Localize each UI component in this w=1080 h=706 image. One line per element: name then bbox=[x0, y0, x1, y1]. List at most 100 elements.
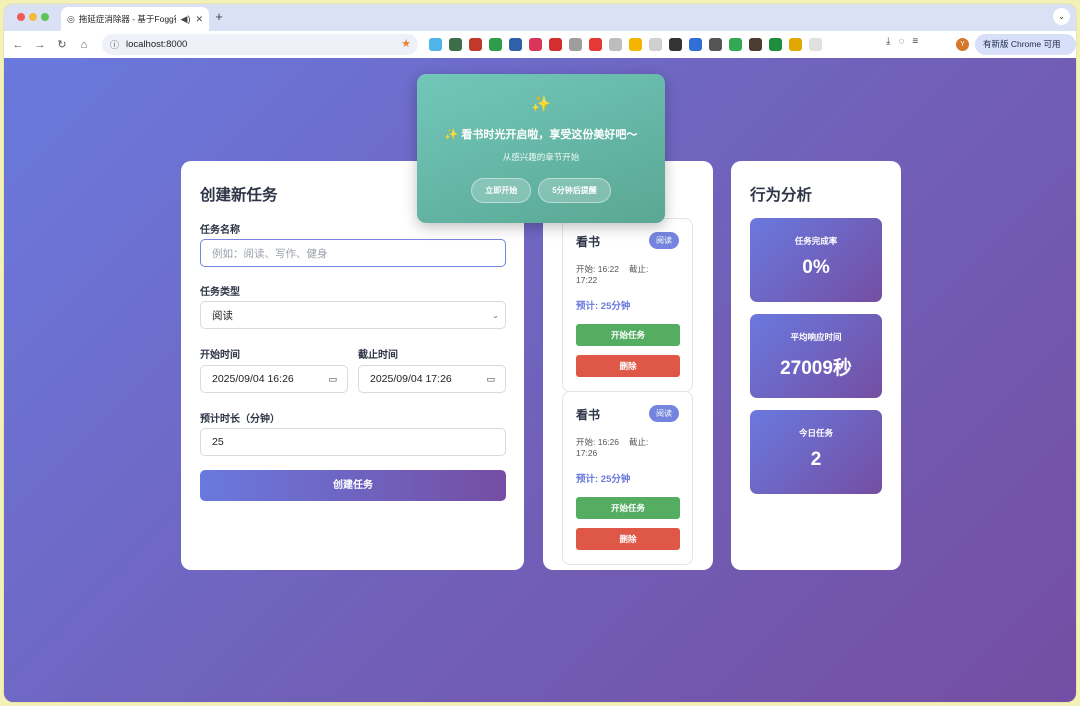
extension-icon[interactable] bbox=[429, 38, 442, 51]
reload-icon[interactable]: ↻ bbox=[51, 38, 73, 51]
speaker-icon[interactable]: ◀) bbox=[181, 14, 191, 25]
task-estimate: 预计: 25分钟 bbox=[576, 301, 631, 312]
deadline-value: 2025/09/04 17:26 bbox=[370, 373, 452, 385]
duration-value: 25 bbox=[212, 436, 224, 448]
extension-icon[interactable] bbox=[709, 38, 722, 51]
duration-input[interactable]: 25 bbox=[200, 428, 506, 456]
stat-value: 27009秒 bbox=[780, 358, 852, 379]
task-type-badge: 阅读 bbox=[649, 405, 679, 422]
extension-icon[interactable] bbox=[569, 38, 582, 51]
extension-icon[interactable] bbox=[489, 38, 502, 51]
address-bar[interactable]: ⓘ localhost:8000 ★ bbox=[102, 34, 418, 55]
extension-icon[interactable] bbox=[749, 38, 762, 51]
download-icon[interactable]: ⤓ bbox=[886, 36, 890, 47]
start-time-label: 开始时间 bbox=[200, 350, 240, 361]
extensions-bar bbox=[429, 38, 822, 51]
performance-icon[interactable]: ◌ bbox=[898, 36, 904, 47]
forward-icon[interactable]: → bbox=[29, 39, 51, 51]
task-times: 开始: 16:22 截止: 17:22 bbox=[576, 263, 679, 285]
stat-value: 2 bbox=[810, 449, 822, 470]
extension-icon[interactable] bbox=[729, 38, 742, 51]
extension-icon[interactable] bbox=[789, 38, 802, 51]
extension-icon[interactable] bbox=[669, 38, 682, 51]
reading-list-icon[interactable]: ≡ bbox=[912, 36, 918, 47]
task-card: 看书 阅读 开始: 16:26 截止: 17:26 预计: 25分钟 开始任务 删… bbox=[562, 391, 693, 565]
home-icon[interactable]: ⌂ bbox=[73, 39, 95, 51]
back-icon[interactable]: ← bbox=[7, 39, 29, 51]
extension-icon[interactable] bbox=[549, 38, 562, 51]
delete-task-button[interactable]: 删除 bbox=[576, 528, 680, 550]
chevron-down-icon: ⌄ bbox=[492, 310, 499, 320]
tab-strip: ◎ 拖延症消除器 - 基于Fogg行 ◀) ✕ + ⌄ bbox=[4, 4, 1076, 31]
stat-label: 平均响应时间 bbox=[790, 332, 842, 342]
duration-label: 预计时长（分钟） bbox=[200, 414, 280, 425]
extension-icon[interactable] bbox=[629, 38, 642, 51]
maximize-window-icon[interactable] bbox=[41, 13, 49, 21]
extension-icon[interactable] bbox=[649, 38, 662, 51]
toast-subtitle: 从感兴趣的章节开始 bbox=[502, 152, 580, 162]
update-chrome-button[interactable]: 有新版 Chrome 可用 ⋮ bbox=[975, 34, 1076, 70]
url-text: localhost:8000 bbox=[126, 39, 188, 50]
start-now-button[interactable]: 立即开始 bbox=[471, 178, 532, 203]
extension-icon[interactable] bbox=[509, 38, 522, 51]
snooze-button[interactable]: 5分钟后提醒 bbox=[538, 178, 611, 203]
toast-title: ✨ 看书时光开启啦，享受这份美好吧～ bbox=[444, 129, 638, 141]
task-start-time: 开始: 16:26 bbox=[576, 437, 619, 447]
puzzle-icon[interactable] bbox=[689, 38, 702, 51]
task-type-badge: 阅读 bbox=[649, 232, 679, 249]
stat-completion-rate: 任务完成率 0% bbox=[750, 218, 882, 302]
new-tab-icon[interactable]: + bbox=[210, 9, 228, 24]
chevron-down-icon[interactable]: ⌄ bbox=[1053, 8, 1070, 25]
extension-icon[interactable] bbox=[469, 38, 482, 51]
avatar[interactable]: Y bbox=[956, 38, 969, 51]
minimize-window-icon[interactable] bbox=[29, 13, 37, 21]
stat-label: 任务完成率 bbox=[794, 236, 838, 246]
deadline-label: 截止时间 bbox=[358, 350, 398, 361]
stat-label: 今日任务 bbox=[798, 428, 833, 438]
close-window-icon[interactable] bbox=[17, 13, 25, 21]
task-name-input[interactable]: 例如：阅读、写作、健身 bbox=[200, 239, 506, 267]
delete-task-button[interactable]: 删除 bbox=[576, 355, 680, 377]
extension-icon[interactable] bbox=[589, 38, 602, 51]
calendar-icon[interactable]: ▭ bbox=[486, 374, 495, 385]
extension-icon[interactable] bbox=[609, 38, 622, 51]
stat-today-tasks: 今日任务 2 bbox=[750, 410, 882, 494]
close-tab-icon[interactable]: ✕ bbox=[195, 14, 203, 25]
stats-heading: 行为分析 bbox=[750, 187, 813, 204]
app-page: 创建新任务 任务名称 例如：阅读、写作、健身 任务类型 阅读 ⌄ 开始时间 截止… bbox=[4, 58, 1076, 702]
task-type-select[interactable]: 阅读 ⌄ bbox=[200, 301, 506, 329]
sparkle-icon: ✨ bbox=[531, 96, 551, 113]
extension-icon[interactable] bbox=[449, 38, 462, 51]
task-name-placeholder: 例如：阅读、写作、健身 bbox=[212, 247, 328, 260]
task-type-label: 任务类型 bbox=[200, 287, 240, 298]
browser-tab[interactable]: ◎ 拖延症消除器 - 基于Fogg行 ◀) ✕ bbox=[61, 7, 209, 31]
reminder-toast: ✨ ✨ 看书时光开启啦，享受这份美好吧～ 从感兴趣的章节开始 立即开始 5分钟后… bbox=[417, 74, 665, 223]
task-start-time: 开始: 16:22 bbox=[576, 264, 619, 274]
start-time-input[interactable]: 2025/09/04 16:26 ▭ bbox=[200, 365, 348, 393]
stat-value: 0% bbox=[802, 257, 830, 278]
stat-avg-response: 平均响应时间 27009秒 bbox=[750, 314, 882, 398]
task-card: 看书 阅读 开始: 16:22 截止: 17:22 预计: 25分钟 开始任务 删… bbox=[562, 218, 693, 392]
bookmark-star-icon[interactable]: ★ bbox=[401, 37, 411, 50]
task-times: 开始: 16:26 截止: 17:26 bbox=[576, 436, 679, 458]
start-task-button[interactable]: 开始任务 bbox=[576, 324, 680, 346]
task-name-label: 任务名称 bbox=[200, 225, 240, 236]
calendar-icon[interactable]: ▭ bbox=[328, 374, 337, 385]
start-time-value: 2025/09/04 16:26 bbox=[212, 373, 294, 385]
start-task-button[interactable]: 开始任务 bbox=[576, 497, 680, 519]
task-type-value: 阅读 bbox=[212, 309, 233, 322]
tab-title: 拖延症消除器 - 基于Fogg行 bbox=[78, 14, 176, 24]
globe-icon: ◎ bbox=[67, 13, 75, 24]
toast-actions: 立即开始 5分钟后提醒 bbox=[417, 178, 665, 203]
task-estimate: 预计: 25分钟 bbox=[576, 474, 631, 485]
update-label: 有新版 Chrome 可用 bbox=[983, 39, 1061, 49]
extension-icon[interactable] bbox=[769, 38, 782, 51]
browser-window: ◎ 拖延症消除器 - 基于Fogg行 ◀) ✕ + ⌄ ← → ↻ ⌂ ⓘ lo… bbox=[3, 3, 1077, 703]
behavior-analysis-card: 行为分析 任务完成率 0% 平均响应时间 27009秒 今日任务 2 bbox=[731, 161, 901, 570]
browser-toolbar: ← → ↻ ⌂ ⓘ localhost:8000 ★ ⤓ ◌ ≡ Y 有新版 C… bbox=[4, 31, 1076, 70]
deadline-input[interactable]: 2025/09/04 17:26 ▭ bbox=[358, 365, 506, 393]
extension-icon[interactable] bbox=[529, 38, 542, 51]
extension-icon[interactable] bbox=[809, 38, 822, 51]
info-icon[interactable]: ⓘ bbox=[110, 38, 119, 51]
create-task-button[interactable]: 创建任务 bbox=[200, 470, 506, 501]
